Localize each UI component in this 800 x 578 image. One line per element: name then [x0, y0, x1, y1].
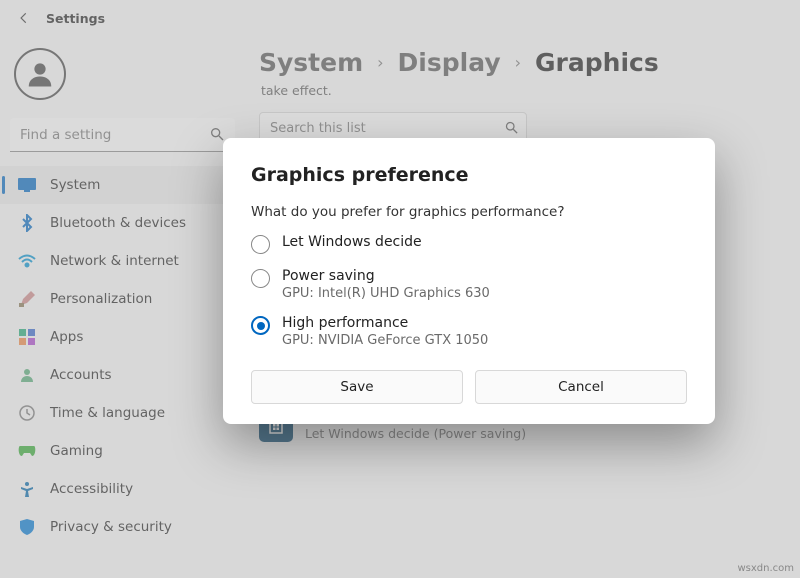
nav-label: Accessibility	[50, 481, 133, 497]
nav-label: Gaming	[50, 443, 103, 459]
bluetooth-icon	[18, 214, 36, 232]
nav-system[interactable]: System	[0, 166, 245, 204]
breadcrumb: System › Display › Graphics	[259, 48, 800, 77]
nav-personalization[interactable]: Personalization	[0, 280, 245, 318]
breadcrumb-graphics: Graphics	[535, 48, 659, 77]
sidebar: System Bluetooth & devices Network & int…	[0, 36, 245, 578]
radio-icon	[251, 269, 270, 288]
nav-label: Apps	[50, 329, 83, 345]
nav-label: Accounts	[50, 367, 112, 383]
radio-icon-selected	[251, 316, 270, 335]
back-button[interactable]	[10, 4, 38, 32]
paintbrush-icon	[18, 290, 36, 308]
accessibility-icon	[18, 480, 36, 498]
arrow-left-icon	[17, 11, 31, 25]
nav-label: Privacy & security	[50, 519, 172, 535]
find-setting-search[interactable]	[10, 118, 235, 152]
gaming-icon	[18, 442, 36, 460]
save-button[interactable]: Save	[251, 370, 463, 404]
user-avatar[interactable]	[14, 48, 66, 100]
notice-text: take effect.	[261, 83, 800, 98]
nav-label: Personalization	[50, 291, 152, 307]
person-icon	[25, 59, 55, 89]
nav-accessibility[interactable]: Accessibility	[0, 470, 245, 508]
cancel-button[interactable]: Cancel	[475, 370, 687, 404]
display-icon	[18, 176, 36, 194]
nav-privacy[interactable]: Privacy & security	[0, 508, 245, 546]
dialog-subtitle: What do you prefer for graphics performa…	[251, 204, 687, 220]
dialog-actions: Save Cancel	[251, 370, 687, 404]
graphics-preference-dialog: Graphics preference What do you prefer f…	[223, 138, 715, 424]
nav-accounts[interactable]: Accounts	[0, 356, 245, 394]
nav-network[interactable]: Network & internet	[0, 242, 245, 280]
nav-label: System	[50, 177, 100, 193]
search-icon	[209, 126, 225, 142]
tile-subtitle: Let Windows decide (Power saving)	[305, 426, 526, 441]
nav-apps[interactable]: Apps	[0, 318, 245, 356]
breadcrumb-system[interactable]: System	[259, 48, 363, 77]
nav-list: System Bluetooth & devices Network & int…	[0, 166, 245, 546]
search-icon	[504, 120, 519, 135]
nav-label: Time & language	[50, 405, 165, 421]
find-setting-input[interactable]	[10, 118, 235, 152]
option-gpu: GPU: Intel(R) UHD Graphics 630	[282, 286, 490, 301]
shield-icon	[18, 518, 36, 536]
radio-icon	[251, 235, 270, 254]
nav-label: Bluetooth & devices	[50, 215, 186, 231]
clock-icon	[18, 404, 36, 422]
wifi-icon	[18, 252, 36, 270]
chevron-right-icon: ›	[515, 53, 521, 72]
nav-label: Network & internet	[50, 253, 179, 269]
option-power-saving[interactable]: Power saving GPU: Intel(R) UHD Graphics …	[251, 268, 687, 301]
window-title: Settings	[46, 11, 105, 26]
option-gpu: GPU: NVIDIA GeForce GTX 1050	[282, 333, 488, 348]
nav-time-language[interactable]: Time & language	[0, 394, 245, 432]
dialog-title: Graphics preference	[251, 164, 687, 186]
breadcrumb-display[interactable]: Display	[398, 48, 501, 77]
nav-gaming[interactable]: Gaming	[0, 432, 245, 470]
option-let-windows-decide[interactable]: Let Windows decide	[251, 234, 687, 254]
option-label: Let Windows decide	[282, 234, 422, 250]
nav-bluetooth[interactable]: Bluetooth & devices	[0, 204, 245, 242]
chevron-right-icon: ›	[377, 53, 383, 72]
option-high-performance[interactable]: High performance GPU: NVIDIA GeForce GTX…	[251, 315, 687, 348]
titlebar: Settings	[0, 0, 800, 36]
watermark: wsxdn.com	[737, 563, 794, 574]
option-label: High performance	[282, 315, 488, 331]
option-label: Power saving	[282, 268, 490, 284]
apps-icon	[18, 328, 36, 346]
accounts-icon	[18, 366, 36, 384]
